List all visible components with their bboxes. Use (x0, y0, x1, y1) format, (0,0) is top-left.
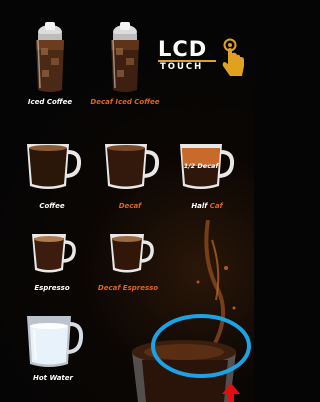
highlight-ring (151, 314, 251, 378)
espresso-label: Espresso (34, 284, 70, 292)
logo-lcd-text: LCD (158, 37, 208, 61)
kiosk-screen: LCD TOUCH Iced Coffee Decaf Iced Coffee … (0, 0, 254, 402)
coffee-mug-icon (27, 144, 82, 189)
decaf-label: Decaf (118, 202, 142, 210)
espresso-cup-icon (32, 234, 76, 273)
decaf-button[interactable]: Decaf (100, 134, 160, 214)
iced-coffee-label: Iced Coffee (27, 98, 73, 106)
decaf-iced-coffee-label: Decaf Iced Coffee (90, 98, 160, 106)
decaf-iced-coffee-button[interactable]: Decaf Iced Coffee (90, 18, 160, 110)
hot-water-label: Hot Water (33, 374, 73, 382)
pointing-hand-icon (222, 38, 244, 76)
half-caf-button[interactable]: 1/2 Decaf Half Caf (175, 134, 239, 214)
logo-touch-text: TOUCH (160, 62, 204, 72)
half-caf-label: Half Caf (191, 202, 223, 210)
iced-coffee-button[interactable]: Iced Coffee (25, 18, 75, 110)
coffee-button[interactable]: Coffee (22, 134, 82, 214)
hot-water-glass-icon (27, 316, 84, 367)
arrow-cursor-icon (222, 383, 240, 402)
iced-coffee-icon (36, 22, 64, 92)
lcd-touch-logo: LCD TOUCH (158, 38, 248, 88)
decaf-iced-coffee-icon (111, 22, 139, 92)
hot-water-button[interactable]: Hot Water (22, 308, 84, 388)
half-decaf-badge: 1/2 Decaf (183, 162, 219, 170)
decaf-mug-icon (105, 144, 160, 189)
espresso-button[interactable]: Espresso (22, 228, 82, 300)
coffee-label: Coffee (39, 202, 65, 210)
